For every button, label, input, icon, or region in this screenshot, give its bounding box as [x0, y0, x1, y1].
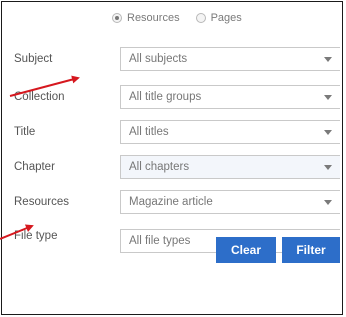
chapter-value: All chapters — [129, 161, 190, 173]
filter-row-resources: Resources Magazine article — [2, 190, 342, 216]
chapter-dropdown[interactable]: All chapters — [120, 155, 340, 179]
collection-value: All title groups — [129, 91, 202, 103]
resources-label: Resources — [14, 196, 69, 208]
file-type-label: File type — [14, 230, 58, 242]
title-value: All titles — [129, 126, 169, 138]
chevron-down-icon — [324, 57, 332, 62]
chapter-label: Chapter — [14, 161, 55, 173]
subject-value: All subjects — [129, 53, 188, 65]
subject-dropdown[interactable]: All subjects — [120, 47, 340, 71]
filter-row-subject: Subject All subjects — [2, 47, 342, 73]
search-type-radio-group: Resources Pages — [112, 10, 258, 26]
filter-row-chapter: Chapter All chapters — [2, 155, 342, 181]
pages-radio[interactable] — [195, 13, 206, 23]
resources-value: Magazine article — [129, 196, 213, 208]
collection-dropdown[interactable]: All title groups — [120, 85, 340, 109]
filter-panel: Resources Pages Subject All subjects Col… — [1, 1, 343, 315]
chevron-down-icon — [324, 200, 332, 205]
clear-button[interactable]: Clear — [216, 237, 276, 263]
file-type-value: All file types — [129, 235, 191, 247]
resources-radio-label[interactable]: Resources — [127, 12, 180, 24]
filter-row-title: Title All titles — [2, 120, 342, 146]
title-dropdown[interactable]: All titles — [120, 120, 340, 144]
chevron-down-icon — [324, 165, 332, 170]
subject-label: Subject — [14, 53, 53, 65]
resources-dropdown[interactable]: Magazine article — [120, 190, 340, 214]
chevron-down-icon — [324, 95, 332, 100]
pages-radio-label[interactable]: Pages — [211, 12, 242, 24]
collection-label: Collection — [14, 91, 65, 103]
filter-button[interactable]: Filter — [282, 237, 340, 263]
filter-row-collection: Collection All title groups — [2, 85, 342, 111]
resources-radio[interactable] — [112, 13, 122, 23]
title-label: Title — [14, 126, 36, 138]
chevron-down-icon — [324, 130, 332, 135]
